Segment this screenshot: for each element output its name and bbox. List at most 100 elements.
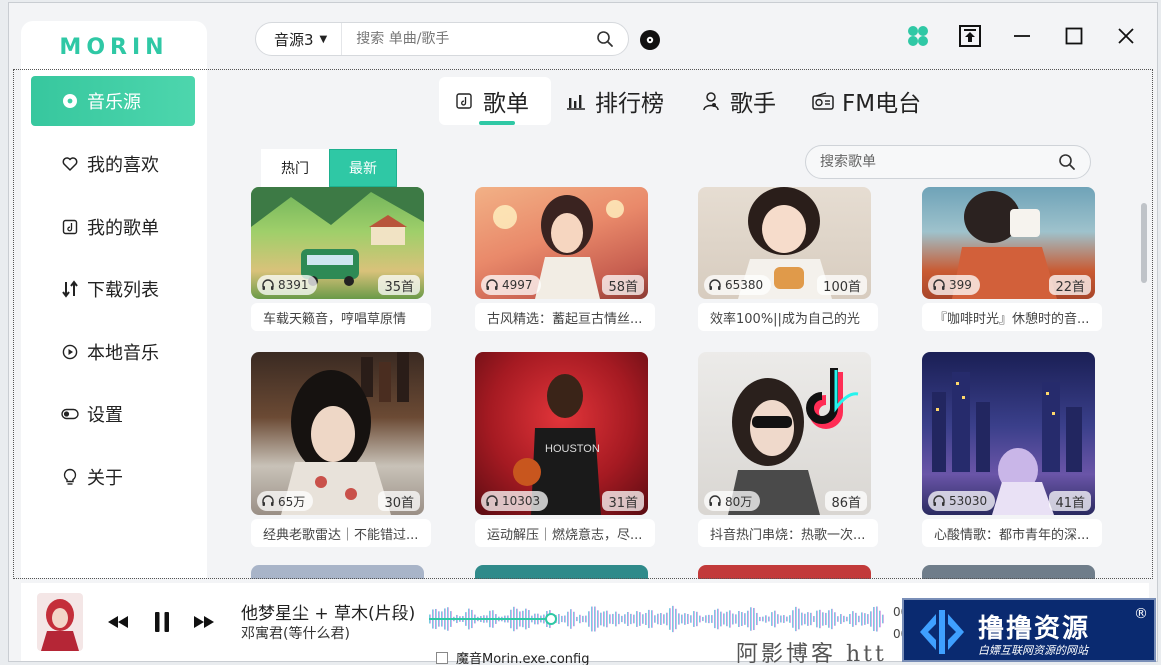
album-cover[interactable] (37, 593, 83, 651)
playlist-card[interactable]: 4997 58首 古风精选：蓄起亘古情丝... (475, 187, 655, 331)
playlist-card[interactable]: 399 22首 『咖啡时光』休憩时的音... (922, 187, 1102, 331)
sidebar-item-label: 设置 (87, 405, 123, 426)
source-select-value: 音源3 (274, 30, 314, 49)
play-count: 399 (928, 275, 980, 295)
waveform-bar (600, 612, 602, 626)
skin-icon[interactable] (905, 23, 931, 49)
source-select[interactable]: 音源3 ▼ (256, 23, 343, 55)
playlist-card[interactable]: 53030 41首 心酸情歌：都市青年的深... (922, 352, 1102, 547)
tab-singers[interactable]: 歌手 (686, 77, 798, 125)
play-circle-icon (61, 343, 79, 361)
sidebar-item-label: 下载列表 (87, 280, 159, 301)
filter-hot-button[interactable]: 热门 (261, 149, 329, 187)
waveform-bar (663, 614, 665, 624)
playlist-card[interactable]: 8391 35首 车载天籁音，哼唱草原情 (251, 187, 431, 331)
waveform-bar (822, 612, 824, 626)
waveform-bar (777, 614, 779, 624)
playlist-card[interactable]: 65380 100首 效率100%||成为自己的光 (698, 187, 878, 331)
playlist-card[interactable]: 65万 30首 经典老歌雷达｜不能错过... (251, 352, 431, 547)
waveform-bar (753, 607, 755, 631)
playlist-cover: 399 22首 (922, 187, 1095, 299)
tab-playlists[interactable]: 歌单 (439, 77, 551, 125)
sort-segment: 热门 最新 (261, 149, 397, 187)
waveform-bar (840, 614, 842, 624)
waveform-bar (657, 613, 659, 625)
filter-newest-button[interactable]: 最新 (329, 149, 397, 187)
playlist-cover: 8391 35首 (251, 187, 424, 299)
waveform-bar (771, 612, 773, 626)
vinyl-disc-icon[interactable] (639, 29, 661, 51)
waveform-bar (618, 613, 620, 625)
sidebar-item-about[interactable]: 关于 (31, 452, 195, 502)
sidebar: 音乐源 我的喜欢 我的歌单 下载列表 本地音乐 设置 关于 (21, 73, 207, 578)
playlist-card[interactable]: 80万 86首 抖音热门串烧：热歌一次... (698, 352, 878, 547)
search-icon[interactable] (1052, 147, 1082, 177)
waveform-bar (678, 613, 680, 625)
waveform-bar (795, 606, 797, 632)
close-icon[interactable] (1113, 23, 1139, 49)
waveform-bar (648, 609, 650, 629)
waveform-bar (747, 610, 749, 628)
waveform-bar (798, 608, 800, 630)
lightbulb-icon (61, 468, 79, 486)
tab-rankings[interactable]: 排行榜 (551, 77, 686, 125)
global-search-input[interactable] (342, 31, 590, 47)
waveform-bar (783, 615, 785, 623)
playlist-search-input[interactable] (806, 154, 1052, 170)
mini-mode-icon[interactable] (957, 23, 983, 49)
search-icon[interactable] (590, 24, 620, 54)
previous-icon[interactable] (103, 607, 133, 637)
song-artist[interactable]: 邓寓君(等什么君) (241, 623, 350, 643)
waveform-bar (699, 615, 701, 623)
waveform-bar (855, 612, 857, 626)
progress-handle (545, 613, 557, 625)
sidebar-item-settings[interactable]: 设置 (31, 389, 195, 439)
play-count: 80万 (704, 491, 761, 511)
sidebar-item-label: 本地音乐 (87, 343, 159, 364)
waveform-bar (627, 611, 629, 627)
waveform-bar (669, 608, 671, 630)
waveform-bar (711, 615, 713, 623)
sidebar-item-downloads[interactable]: 下载列表 (31, 264, 195, 314)
headphones-icon (933, 279, 945, 290)
waveform-bar (705, 615, 707, 623)
playlist-card[interactable]: HOUSTON 10303 31首 运动解压｜燃烧意志，尽... (475, 352, 655, 547)
track-count: 58首 (602, 275, 644, 295)
waveform-bar (768, 616, 770, 622)
waveform-bar (603, 611, 605, 627)
main-tabs: 歌单 排行榜 歌手 FM电台 (439, 77, 943, 125)
waveform-bar (864, 613, 866, 625)
sidebar-item-my-playlists[interactable]: 我的歌单 (31, 202, 195, 252)
sidebar-item-local-music[interactable]: 本地音乐 (31, 327, 195, 377)
waveform-bar (660, 613, 662, 625)
pause-icon[interactable] (147, 607, 177, 637)
minimize-icon[interactable] (1009, 23, 1035, 49)
registered-mark: ® (1134, 606, 1148, 622)
sidebar-item-music-source[interactable]: 音乐源 (31, 76, 195, 126)
playlist-cover: 65380 100首 (698, 187, 871, 299)
play-count: 65380 (704, 275, 772, 295)
waveform-bar (684, 613, 686, 625)
tab-label: 排行榜 (595, 91, 664, 117)
watermark-title: 撸撸资源 (978, 614, 1091, 644)
playlist-grid: 8391 35首 车载天籁音，哼唱草原情 4997 58首 古风精选：蓄起亘古情… (239, 187, 1119, 579)
next-icon[interactable] (189, 607, 219, 637)
tab-fm-radio[interactable]: FM电台 (798, 77, 943, 125)
play-count: 10303 (481, 491, 549, 511)
playlist-cover: 53030 41首 (922, 352, 1095, 515)
waveform-bar (813, 616, 815, 622)
waveform-bar (804, 613, 806, 625)
waveform-bar (588, 611, 590, 627)
playlist-cover-partial (475, 565, 648, 579)
maximize-icon[interactable] (1061, 23, 1087, 49)
playlist-title: 效率100%||成为自己的光 (698, 303, 878, 331)
song-title: 他梦星尘 + 草木(片段) (241, 604, 416, 624)
waveform-bar (879, 610, 881, 628)
grid-scrollbar[interactable] (1141, 203, 1147, 283)
waveform-bar (633, 614, 635, 624)
sidebar-item-favorites[interactable]: 我的喜欢 (31, 139, 195, 189)
waveform-bar (672, 605, 674, 633)
waveform-bar (579, 614, 581, 624)
track-count: 100首 (817, 275, 867, 295)
waveform-bar (834, 612, 836, 626)
